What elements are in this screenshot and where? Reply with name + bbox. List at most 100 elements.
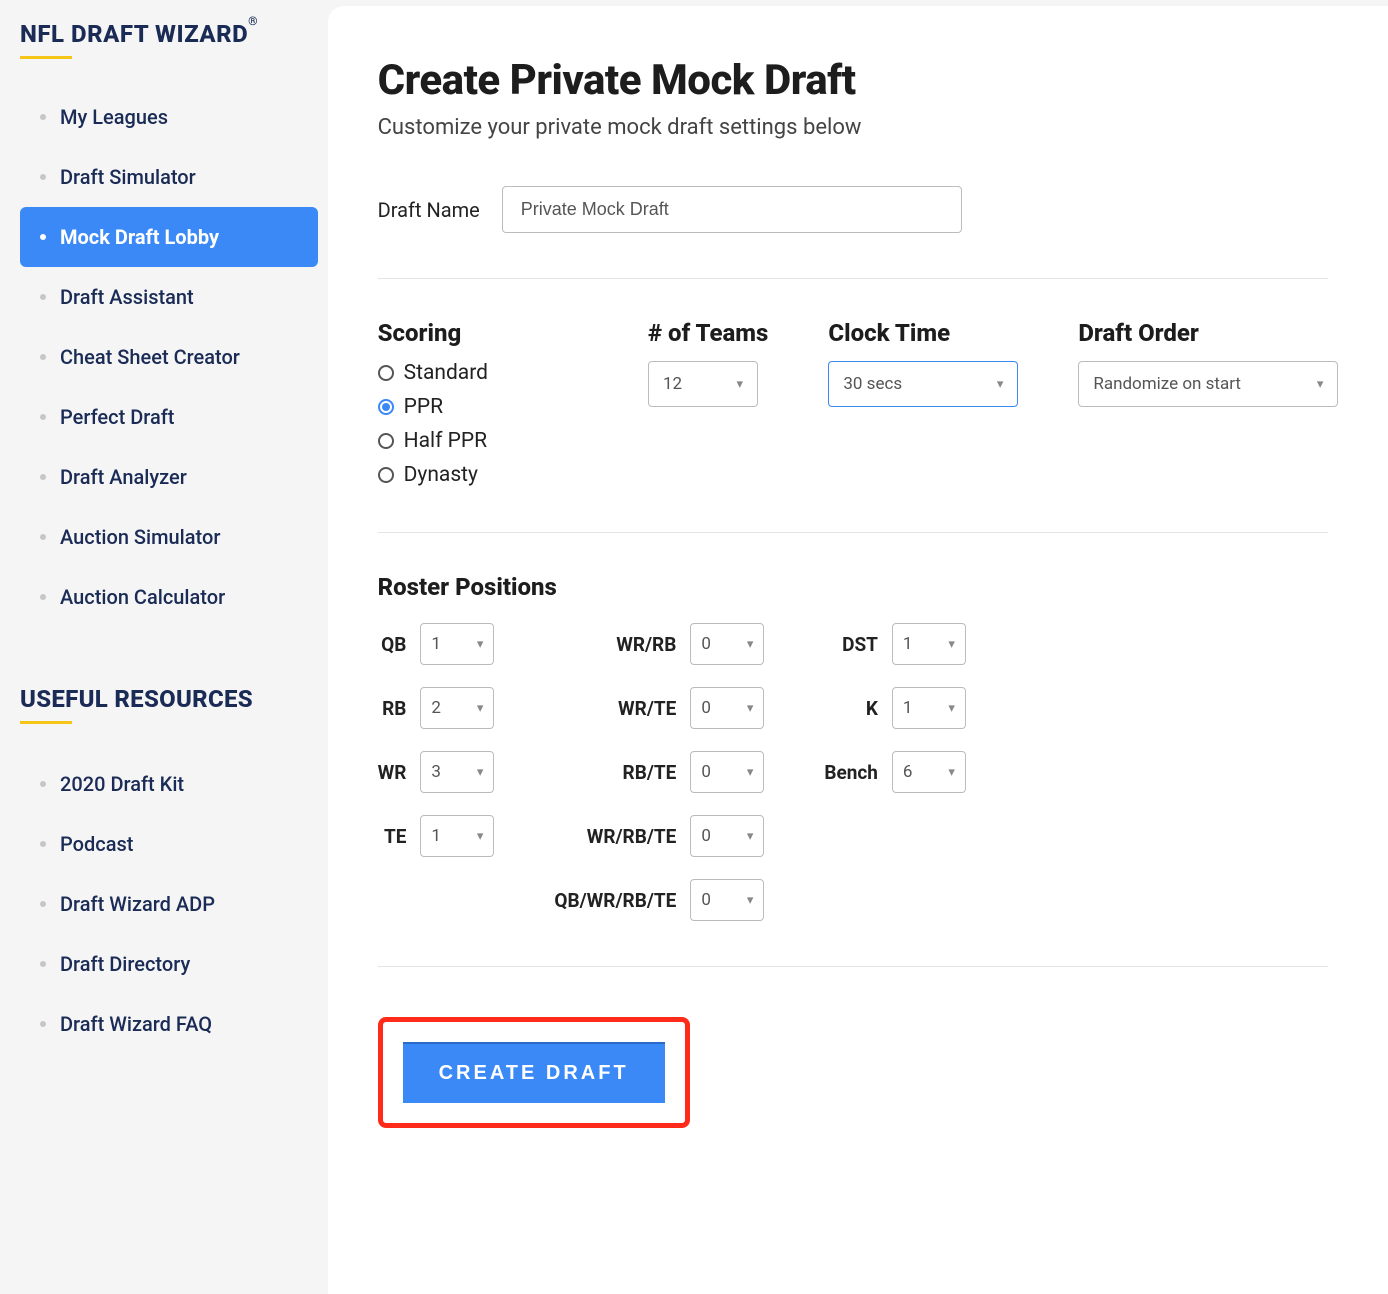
resource-item-label: Draft Wizard ADP: [60, 892, 215, 916]
roster-select-dst[interactable]: 1▾: [892, 623, 966, 665]
draft-name-label: Draft Name: [378, 198, 480, 222]
scoring-option-standard[interactable]: Standard: [378, 361, 488, 385]
bullet-icon: [40, 474, 46, 480]
roster-item-wr-rb: WR/RB0▾: [554, 623, 764, 665]
page-subtitle: Customize your private mock draft settin…: [378, 115, 1328, 140]
roster-pos-label: TE: [384, 825, 406, 848]
roster-value: 0: [701, 890, 711, 910]
roster-pos-label: WR/RB/TE: [587, 825, 677, 848]
radio-icon: [378, 467, 394, 483]
scoring-option-half-ppr[interactable]: Half PPR: [378, 429, 488, 453]
chevron-down-icon: ▾: [477, 637, 484, 652]
chevron-down-icon: ▾: [736, 377, 743, 392]
roster-value: 0: [701, 762, 711, 782]
roster-value: 3: [431, 762, 441, 782]
roster-pos-label: QB: [381, 633, 406, 656]
sidebar-item-label: Draft Simulator: [60, 165, 196, 189]
roster-value: 1: [431, 826, 441, 846]
sidebar-item-draft-assistant[interactable]: Draft Assistant: [20, 267, 318, 327]
roster-select-wr-rb[interactable]: 0▾: [690, 623, 764, 665]
roster-item-rb: RB2▾: [378, 687, 495, 729]
radio-label: Half PPR: [404, 429, 487, 453]
roster-item-dst: DST1▾: [824, 623, 966, 665]
resources-underline: [20, 721, 72, 724]
sidebar-item-mock-draft-lobby[interactable]: Mock Draft Lobby: [20, 207, 318, 267]
sidebar-item-auction-calculator[interactable]: Auction Calculator: [20, 567, 318, 627]
bullet-icon: [40, 294, 46, 300]
roster-select-te[interactable]: 1▾: [420, 815, 494, 857]
bullet-icon: [40, 781, 46, 787]
bullet-icon: [40, 174, 46, 180]
teams-select[interactable]: 12▾: [648, 361, 758, 407]
create-draft-button[interactable]: CREATE DRAFT: [403, 1042, 665, 1103]
chevron-down-icon: ▾: [747, 829, 754, 844]
resource-item-draft-wizard-adp[interactable]: Draft Wizard ADP: [20, 874, 318, 934]
roster-item-wr-rb-te: WR/RB/TE 0▾: [554, 815, 764, 857]
roster-item-rb-te: RB/TE0▾: [554, 751, 764, 793]
roster-select-qb-wr-rb-te[interactable]: 0▾: [690, 879, 764, 921]
roster-select-rb[interactable]: 2▾: [420, 687, 494, 729]
order-select[interactable]: Randomize on start▾: [1078, 361, 1338, 407]
create-draft-highlight: CREATE DRAFT: [378, 1017, 690, 1128]
resource-item-label: Podcast: [60, 832, 133, 856]
roster-item-wr: WR3▾: [378, 751, 495, 793]
resource-item-podcast[interactable]: Podcast: [20, 814, 318, 874]
sidebar-item-label: My Leagues: [60, 105, 168, 129]
roster-select-wr-rb-te[interactable]: 0▾: [690, 815, 764, 857]
sidebar-item-draft-analyzer[interactable]: Draft Analyzer: [20, 447, 318, 507]
roster-column-2: WR/RB0▾WR/TE0▾RB/TE0▾WR/RB/TE0▾QB/WR/RB/…: [554, 623, 764, 921]
sidebar-item-auction-simulator[interactable]: Auction Simulator: [20, 507, 318, 567]
roster-item-wr-te: WR/TE 0▾: [554, 687, 764, 729]
sidebar-item-perfect-draft[interactable]: Perfect Draft: [20, 387, 318, 447]
clock-label: Clock Time: [828, 319, 1018, 347]
scoring-option-ppr[interactable]: PPR: [378, 395, 488, 419]
resources-heading: USEFUL RESOURCES: [20, 685, 318, 713]
resource-item-2020-draft-kit[interactable]: 2020 Draft Kit: [20, 754, 318, 814]
roster-item-k: K 1▾: [824, 687, 966, 729]
resources-nav: 2020 Draft Kit Podcast Draft Wizard ADP Dra…: [20, 754, 318, 1054]
roster-select-bench[interactable]: 6▾: [892, 751, 966, 793]
roster-select-wr[interactable]: 3▾: [420, 751, 494, 793]
sidebar-item-cheat-sheet-creator[interactable]: Cheat Sheet Creator: [20, 327, 318, 387]
teams-label: # of Teams: [648, 319, 768, 347]
sidebar-item-draft-simulator[interactable]: Draft Simulator: [20, 147, 318, 207]
roster-item-te: TE1▾: [378, 815, 495, 857]
chevron-down-icon: ▾: [747, 701, 754, 716]
scoring-option-dynasty[interactable]: Dynasty: [378, 463, 488, 487]
roster-pos-label: RB: [382, 697, 406, 720]
roster-pos-label: WR: [378, 761, 407, 784]
roster-label: Roster Positions: [378, 573, 1328, 601]
roster-pos-label: K: [866, 697, 878, 720]
radio-label: Standard: [404, 361, 488, 385]
chevron-down-icon: ▾: [477, 765, 484, 780]
roster-select-qb[interactable]: 1▾: [420, 623, 494, 665]
roster-select-rb-te[interactable]: 0▾: [690, 751, 764, 793]
sidebar-item-my-leagues[interactable]: My Leagues: [20, 87, 318, 147]
roster-column-1: QB1▾RB2▾WR3▾TE1▾: [378, 623, 495, 921]
sidebar-nav: My Leagues Draft Simulator Mock Draft Lobb…: [20, 87, 318, 627]
chevron-down-icon: ▾: [747, 893, 754, 908]
roster-select-wr-te[interactable]: 0▾: [690, 687, 764, 729]
bullet-icon: [40, 841, 46, 847]
chevron-down-icon: ▾: [477, 829, 484, 844]
divider: [378, 532, 1328, 533]
resource-item-label: Draft Directory: [60, 952, 190, 976]
brand-underline: [20, 56, 72, 59]
sidebar: NFL DRAFT WIZARD® My LeaguesDraft Simula…: [0, 0, 328, 1294]
radio-icon: [378, 433, 394, 449]
roster-value: 2: [431, 698, 441, 718]
chevron-down-icon: ▾: [948, 637, 955, 652]
resource-item-draft-wizard-faq[interactable]: Draft Wizard FAQ: [20, 994, 318, 1054]
radio-label: PPR: [404, 395, 443, 419]
resource-item-draft-directory[interactable]: Draft Directory: [20, 934, 318, 994]
roster-select-k[interactable]: 1▾: [892, 687, 966, 729]
chevron-down-icon: ▾: [477, 701, 484, 716]
radio-icon: [378, 399, 394, 415]
bullet-icon: [40, 961, 46, 967]
draft-name-input[interactable]: [502, 186, 962, 233]
roster-pos-label: RB/TE: [623, 761, 677, 784]
clock-select[interactable]: 30 secs▾: [828, 361, 1018, 407]
sidebar-item-label: Auction Simulator: [60, 525, 220, 549]
roster-pos-label: WR/TE: [618, 697, 676, 720]
chevron-down-icon: ▾: [747, 765, 754, 780]
